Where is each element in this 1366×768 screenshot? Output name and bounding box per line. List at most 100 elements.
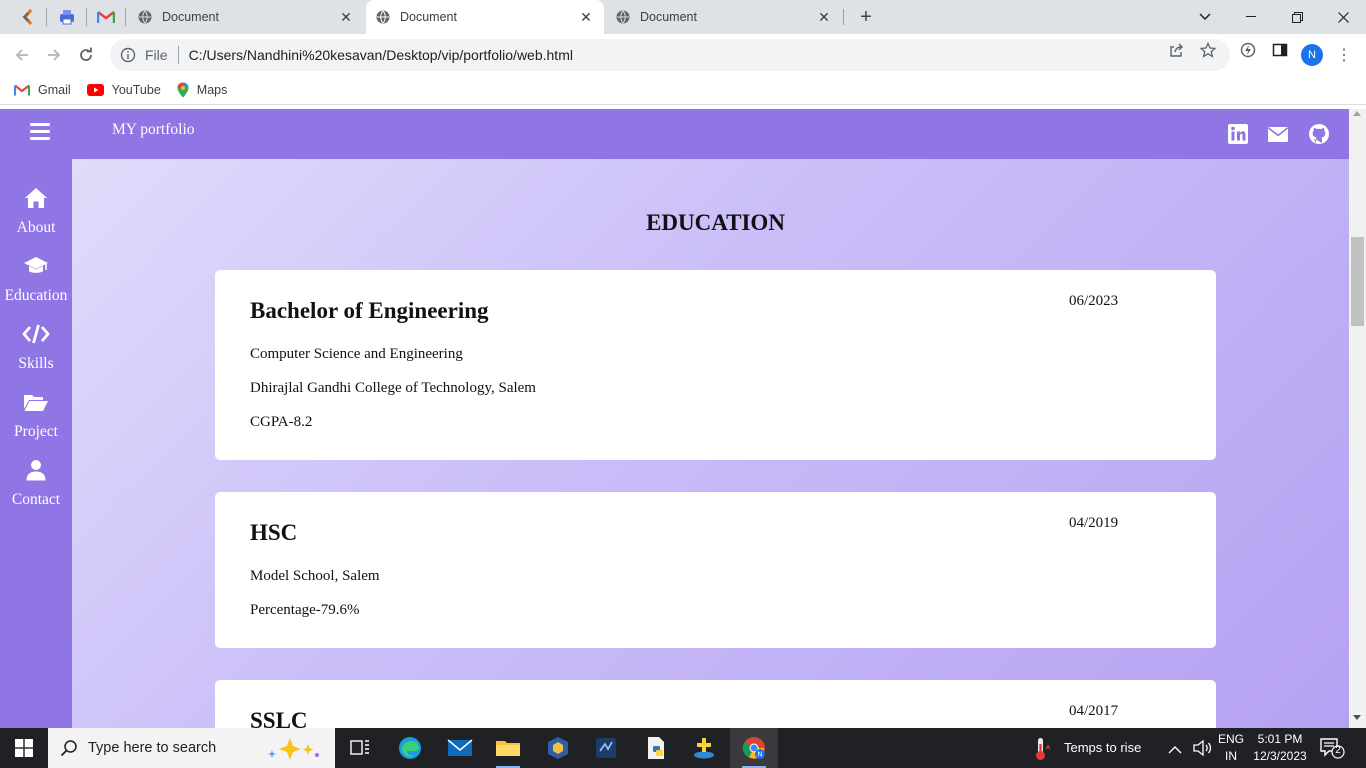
education-date: 04/2017 — [1069, 703, 1119, 719]
file-explorer-icon[interactable] — [484, 728, 532, 768]
bookmarks-bar: Gmail YouTube Maps — [0, 76, 1366, 105]
profile-avatar[interactable]: N — [1301, 44, 1323, 66]
nav-item-about[interactable]: About — [0, 185, 72, 237]
lang-region: IN — [1225, 749, 1237, 763]
scroll-up-arrow-icon[interactable] — [1353, 111, 1361, 116]
scroll-down-arrow-icon[interactable] — [1353, 715, 1361, 720]
taskbar-search-input[interactable]: Type here to search — [48, 728, 335, 768]
notification-center-icon[interactable]: 2 — [1320, 737, 1346, 759]
bookmark-youtube[interactable]: YouTube — [86, 83, 161, 97]
chrome-browser-icon[interactable]: N — [730, 728, 778, 768]
bookmark-maps[interactable]: Maps — [177, 82, 228, 98]
education-detail: Model School, Salem — [250, 568, 380, 584]
close-tab-icon[interactable]: ✕ — [578, 9, 594, 25]
thermometer-icon[interactable] — [1032, 737, 1051, 766]
reload-icon[interactable] — [74, 43, 98, 67]
search-highlight-sparkle-icon[interactable] — [264, 736, 324, 766]
vs-code-icon[interactable] — [582, 728, 630, 768]
degree-title: SSLC — [250, 708, 308, 728]
nav-label: Project — [14, 423, 58, 440]
nav-label: About — [16, 219, 56, 236]
tab-document-3[interactable]: Document ✕ — [606, 0, 842, 34]
gmail-icon — [14, 84, 30, 96]
education-detail: Percentage-79.6% — [250, 602, 360, 618]
github-icon[interactable] — [1308, 123, 1330, 145]
windows-taskbar: Type here to search N Temps to rise ENG … — [0, 728, 1366, 768]
tab-document-2[interactable]: Document ✕ — [366, 0, 604, 34]
tray-chevron-up-icon[interactable] — [1168, 742, 1182, 760]
nav-item-education[interactable]: Education — [0, 253, 72, 305]
pinned-tab-extension-icon[interactable] — [16, 6, 40, 28]
menu-kebab-icon[interactable]: ⋮ — [1336, 44, 1352, 66]
tab-title: Document — [162, 10, 219, 24]
search-placeholder: Type here to search — [88, 740, 217, 756]
extensions-icon[interactable] — [1240, 42, 1256, 58]
windows-start-icon[interactable] — [0, 728, 48, 768]
nav-label: Contact — [11, 491, 61, 508]
weather-text[interactable]: Temps to rise — [1064, 740, 1141, 755]
nav-item-skills[interactable]: Skills — [0, 321, 72, 373]
restore-button[interactable] — [1274, 0, 1320, 34]
pinned-tab-printer-icon[interactable] — [55, 6, 79, 28]
bookmark-star-icon[interactable] — [1200, 42, 1216, 58]
browser-toolbar: File C:/Users/Nandhini%20kesavan/Desktop… — [0, 34, 1366, 76]
education-card-be: Bachelor of Engineering 06/2023 Computer… — [215, 270, 1216, 460]
section-title: EDUCATION — [646, 210, 785, 235]
python-file-icon[interactable] — [632, 728, 680, 768]
site-brand[interactable]: MY portfolio — [112, 121, 195, 139]
info-icon[interactable] — [120, 47, 136, 63]
new-tab-button[interactable]: + — [855, 6, 877, 28]
education-card-hsc: HSC 04/2019 Model School, Salem Percenta… — [215, 492, 1216, 648]
address-bar[interactable]: File C:/Users/Nandhini%20kesavan/Desktop… — [110, 39, 1230, 71]
mail-icon[interactable] — [1267, 123, 1289, 145]
mail-app-icon[interactable] — [436, 728, 484, 768]
forward-arrow-icon[interactable] — [42, 43, 66, 67]
tab-title: Document — [640, 10, 697, 24]
bookmark-label: Maps — [196, 83, 228, 97]
degree-title: Bachelor of Engineering — [250, 298, 489, 323]
nav-item-contact[interactable]: Contact — [0, 457, 72, 509]
globe-icon — [138, 10, 152, 24]
globe-icon — [616, 10, 630, 24]
site-header: MY portfolio — [0, 109, 1349, 159]
education-card-sslc: SSLC 04/2017 — [215, 680, 1216, 728]
notification-count: 2 — [1335, 745, 1341, 756]
bookmark-label: Gmail — [38, 83, 71, 97]
volume-icon[interactable] — [1192, 739, 1212, 762]
bookmark-gmail[interactable]: Gmail — [14, 83, 71, 97]
svg-text:N: N — [757, 752, 762, 759]
close-window-button[interactable] — [1320, 0, 1366, 34]
taskbar-clock[interactable]: 5:01 PM 12/3/2023 — [1252, 731, 1308, 765]
linkedin-icon[interactable] — [1227, 123, 1249, 145]
nav-item-project[interactable]: Project — [0, 389, 72, 441]
tab-search-chevron-icon[interactable] — [1182, 0, 1228, 34]
app-plus-icon[interactable] — [680, 728, 728, 768]
back-arrow-icon[interactable] — [10, 43, 34, 67]
page-scrollbar[interactable] — [1349, 109, 1366, 728]
youtube-icon — [86, 84, 104, 96]
url-text[interactable]: C:/Users/Nandhini%20kesavan/Desktop/vip/… — [189, 47, 573, 63]
input-language-indicator[interactable]: ENG IN — [1215, 731, 1247, 765]
virtualbox-icon[interactable] — [534, 728, 582, 768]
education-date: 06/2023 — [1069, 293, 1119, 309]
scrollbar-thumb[interactable] — [1351, 237, 1364, 326]
task-view-icon[interactable] — [336, 728, 384, 768]
education-detail: Computer Science and Engineering — [250, 346, 463, 362]
maps-icon — [177, 82, 189, 98]
tab-document-1[interactable]: Document ✕ — [128, 0, 364, 34]
edge-browser-icon[interactable] — [386, 728, 434, 768]
user-icon — [26, 460, 46, 481]
education-detail: Dhirajlal Gandhi College of Technology, … — [250, 380, 536, 396]
side-navigation: About Education Skills Project Contact — [0, 159, 72, 728]
close-tab-icon[interactable]: ✕ — [816, 9, 832, 25]
education-detail: CGPA-8.2 — [250, 414, 313, 430]
clock-time: 5:01 PM — [1257, 732, 1303, 746]
close-tab-icon[interactable]: ✕ — [338, 9, 354, 25]
graduation-cap-icon — [24, 257, 48, 273]
share-icon[interactable] — [1168, 42, 1184, 58]
hamburger-menu-icon[interactable] — [30, 123, 50, 141]
side-panel-icon[interactable] — [1272, 42, 1288, 58]
minimize-button[interactable] — [1228, 0, 1274, 34]
scheme-label: File — [145, 47, 168, 63]
pinned-tab-gmail-icon[interactable] — [94, 6, 118, 28]
